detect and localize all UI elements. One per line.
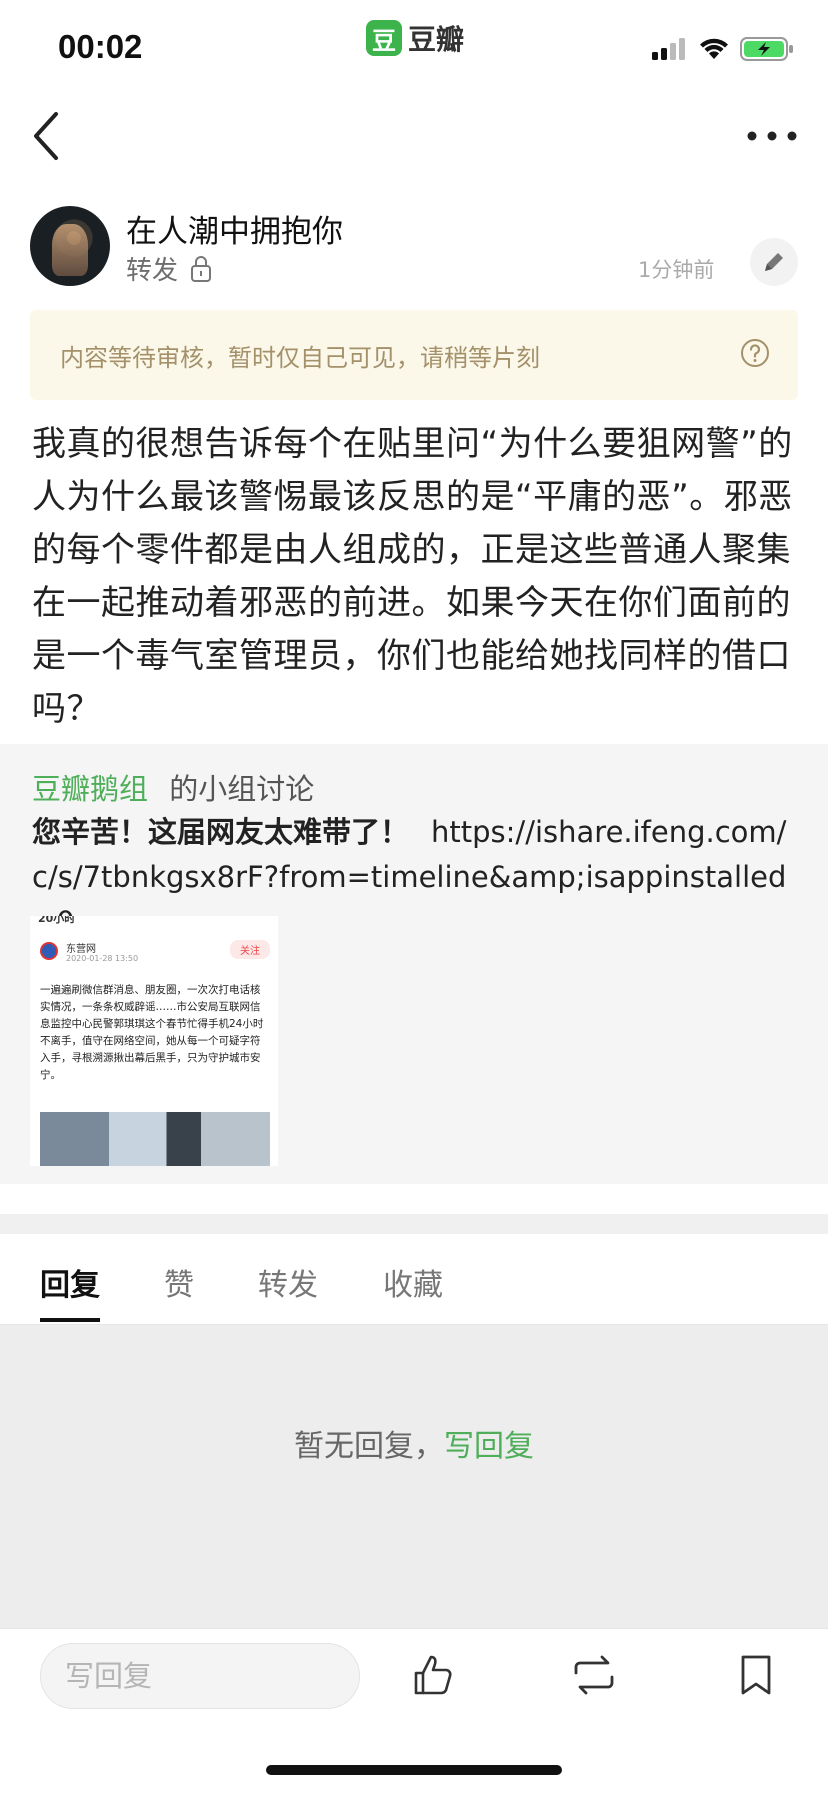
status-bar: 00:02 豆 豆瓣 [0, 0, 828, 96]
more-dots-icon [747, 131, 797, 141]
edit-button[interactable] [750, 238, 798, 286]
section-divider [0, 1214, 828, 1234]
avatar[interactable] [30, 206, 110, 286]
thumb-photo [40, 1112, 270, 1166]
more-button[interactable] [742, 116, 802, 156]
thumb-source: 东营网 [66, 944, 96, 955]
active-tab-indicator [40, 1318, 100, 1322]
tab-reshares[interactable]: 转发 [258, 1260, 318, 1304]
write-reply-link[interactable]: 写回复 [444, 1429, 534, 1464]
reshare-icon[interactable] [570, 1651, 618, 1699]
pencil-icon [765, 253, 783, 271]
nav-bar [0, 96, 828, 188]
reply-input[interactable]: 写回复 [40, 1643, 360, 1709]
reshare-thumbnail[interactable]: 20小时 东营网 2020-01-28 13:50 关注 一遍遍刷微信群消息、朋… [30, 916, 278, 1166]
bookmark-icon[interactable] [732, 1651, 780, 1699]
tab-bar: 回复 赞 转发 收藏 [0, 1234, 828, 1325]
app-badge: 豆 豆瓣 [366, 18, 464, 58]
back-button[interactable] [24, 106, 84, 166]
app-name: 豆瓣 [408, 23, 465, 56]
author-action: 转发 [126, 250, 212, 287]
tab-likes[interactable]: 赞 [164, 1260, 194, 1304]
tab-favorites[interactable]: 收藏 [383, 1260, 443, 1304]
group-suffix: 的小组讨论 [169, 772, 315, 806]
group-link[interactable]: 豆瓣鹅组 [32, 772, 148, 806]
reshare-card[interactable]: 豆瓣鹅组 的小组讨论 您辛苦！这届网友太难带了！ https://ishare.i… [0, 744, 828, 1184]
thumbs-up-icon[interactable] [408, 1651, 456, 1699]
news-logo-icon [40, 942, 58, 960]
lock-icon [191, 255, 212, 282]
thumb-body: 一遍遍刷微信群消息、朋友圈，一次次打电话核实情况，一条条权威辟谣……市公安局互联… [40, 984, 264, 1081]
home-indicator [266, 1765, 562, 1775]
douban-logo-icon: 豆 [366, 20, 402, 56]
thumb-follow-badge: 关注 [230, 940, 270, 959]
status-icons [652, 36, 794, 62]
status-time: 00:02 [58, 28, 143, 65]
post-time: 1分钟前 [638, 258, 715, 282]
action-label: 转发 [126, 256, 179, 286]
notice-text: 内容等待审核，暂时仅自己可见，请稍等片刻 [60, 344, 540, 372]
empty-text: 暂无回复， [294, 1429, 444, 1464]
replies-area: 暂无回复，写回复 [0, 1325, 828, 1628]
wifi-icon [700, 38, 728, 59]
author-name[interactable]: 在人潮中拥抱你 [126, 206, 343, 251]
review-notice: 内容等待审核，暂时仅自己可见，请稍等片刻 [30, 310, 798, 400]
bottom-bar: 写回复 [0, 1628, 828, 1793]
battery-icon [740, 37, 793, 61]
help-icon[interactable] [740, 338, 770, 368]
empty-replies: 暂无回复，写回复 [0, 1421, 828, 1465]
reshare-title-text: 您辛苦！这届网友太难带了！ [32, 815, 410, 849]
author-row: 在人潮中拥抱你 转发 1分钟前 [0, 198, 828, 298]
chevron-left-icon [34, 112, 58, 160]
signal-icon [652, 38, 685, 60]
reshare-header: 豆瓣鹅组 的小组讨论 [32, 766, 314, 808]
tab-replies[interactable]: 回复 [40, 1260, 100, 1304]
thumb-top-text: 20小时 [38, 916, 76, 925]
post-content: 我真的很想告诉每个在贴里问“为什么要狙网警”的人为什么最该警惕最该反思的是“平庸… [32, 424, 793, 729]
thumb-date: 2020-01-28 13:50 [66, 954, 139, 963]
